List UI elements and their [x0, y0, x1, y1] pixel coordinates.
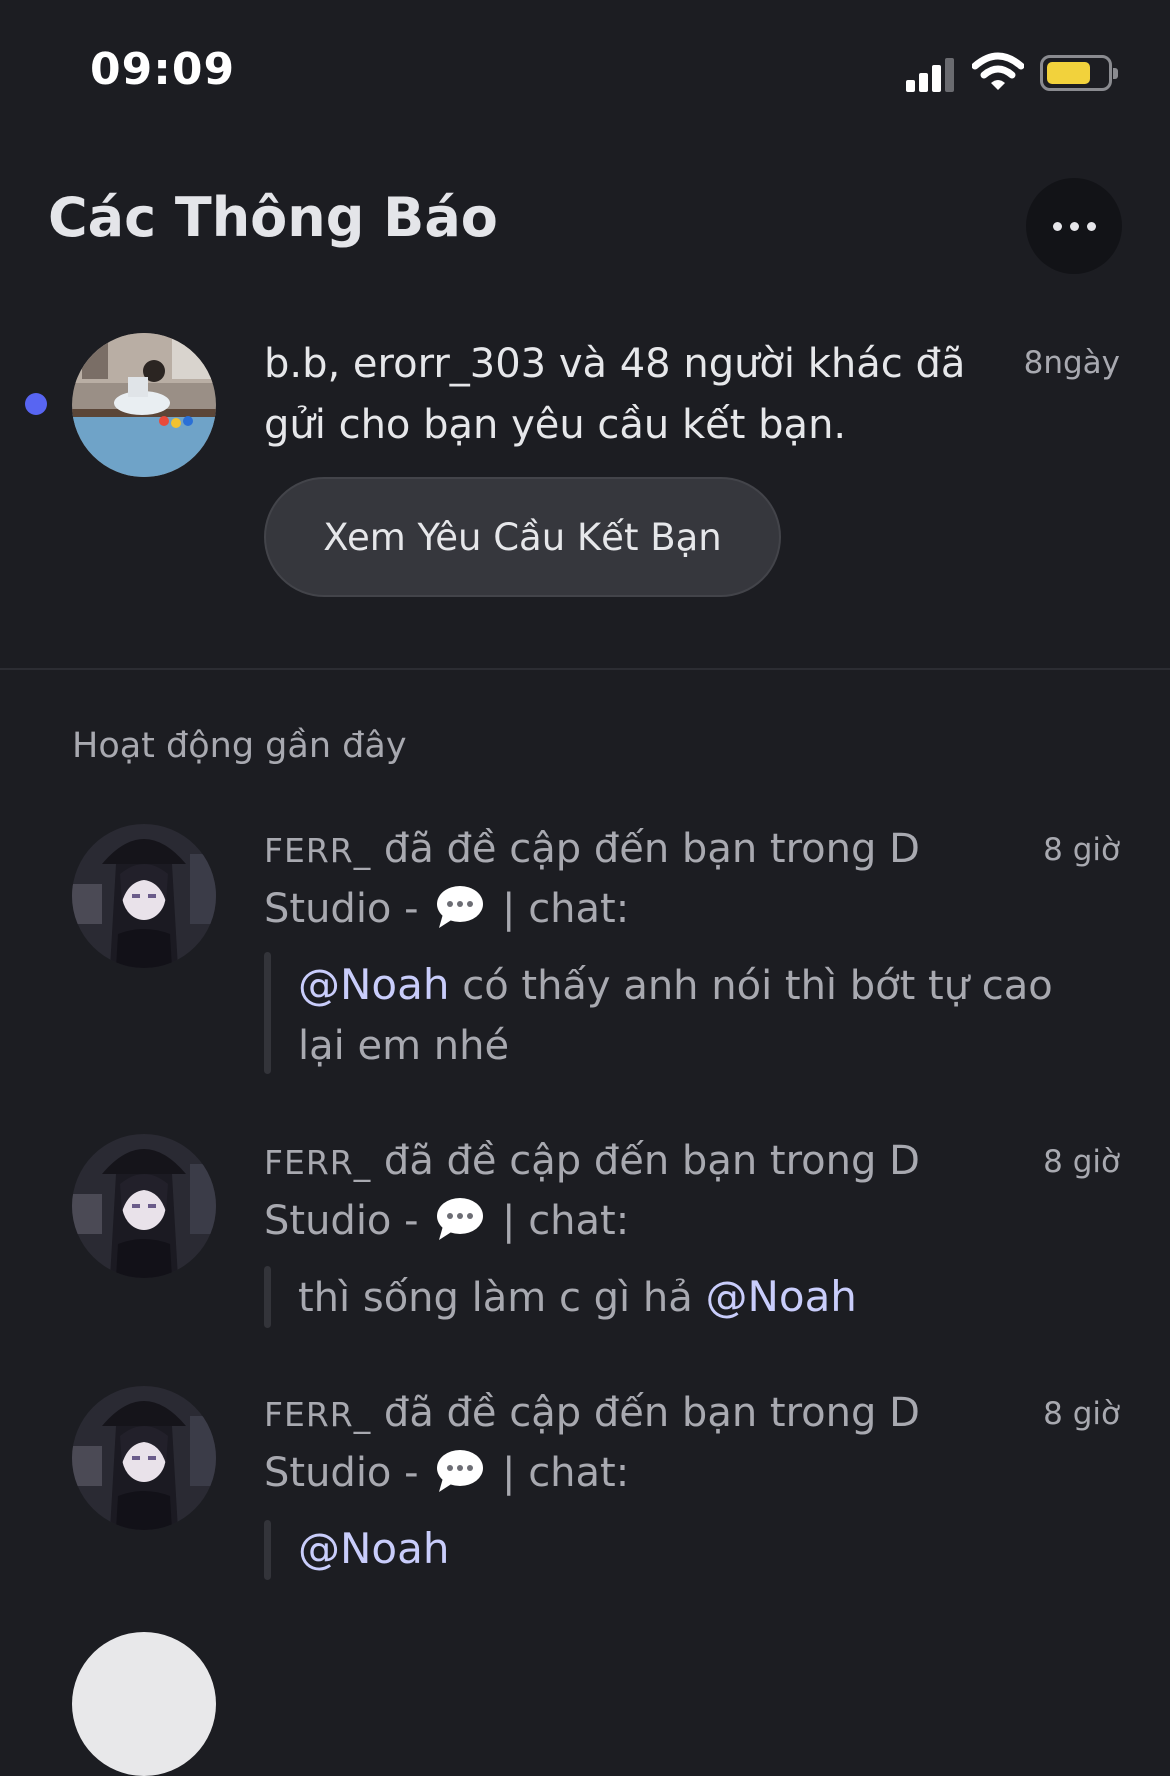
mention-title: FERR_ đã đề cập đến bạn trong D Studio -… [264, 820, 984, 938]
ellipsis-icon [1052, 221, 1062, 231]
page-title: Các Thông Báo [48, 186, 498, 249]
mention-channel: | chat: [502, 1198, 630, 1244]
notification-time: 8ngày [1023, 345, 1120, 381]
avatar [72, 333, 216, 477]
view-friend-requests-button[interactable]: Xem Yêu Cầu Kết Bạn [264, 477, 781, 597]
quote-message: @Noah có thấy anh nói thì bớt tự cao lại… [298, 955, 1088, 1076]
avatar [72, 1632, 216, 1776]
avatar [72, 1386, 216, 1530]
avatar [72, 1134, 216, 1278]
speech-bubble-icon [437, 1450, 484, 1492]
battery-icon [1040, 55, 1118, 91]
quote-bar [264, 1520, 271, 1580]
quote-text: thì sống làm c gì hả [298, 1275, 693, 1321]
speech-bubble-icon [437, 1198, 484, 1240]
mention-tag[interactable]: @Noah [705, 1272, 856, 1321]
mention-tag[interactable]: @Noah [298, 960, 449, 1009]
more-options-button[interactable] [1026, 178, 1122, 274]
wifi-icon [972, 52, 1024, 90]
cellular-signal-icon [906, 56, 958, 92]
friend-request-text: b.b, erorr_303 và 48 người khác đã gửi c… [264, 341, 966, 448]
mention-channel: | chat: [502, 1450, 630, 1496]
speech-bubble-icon [437, 886, 484, 928]
section-heading-recent: Hoạt động gần đây [72, 726, 407, 766]
mention-channel: | chat: [502, 886, 630, 932]
quote-bar [264, 952, 271, 1074]
notification-time: 8 giờ [1043, 832, 1120, 868]
quote-message: @Noah [298, 1519, 1098, 1580]
mention-tag[interactable]: @Noah [298, 1524, 449, 1573]
mention-username: FERR_ [264, 1395, 372, 1434]
quote-message: thì sống làm c gì hả @Noah [298, 1267, 1098, 1328]
mention-username: FERR_ [264, 831, 372, 870]
quote-bar [264, 1266, 271, 1328]
unread-indicator [25, 393, 47, 415]
mention-username: FERR_ [264, 1143, 372, 1182]
divider [0, 668, 1170, 670]
status-bar: 09:09 [0, 0, 1170, 150]
notification-time: 8 giờ [1043, 1144, 1120, 1180]
status-time: 09:09 [90, 44, 236, 95]
notification-time: 8 giờ [1043, 1396, 1120, 1432]
mention-title: FERR_ đã đề cập đến bạn trong D Studio -… [264, 1384, 984, 1502]
mention-title: FERR_ đã đề cập đến bạn trong D Studio -… [264, 1132, 984, 1250]
avatar [72, 824, 216, 968]
